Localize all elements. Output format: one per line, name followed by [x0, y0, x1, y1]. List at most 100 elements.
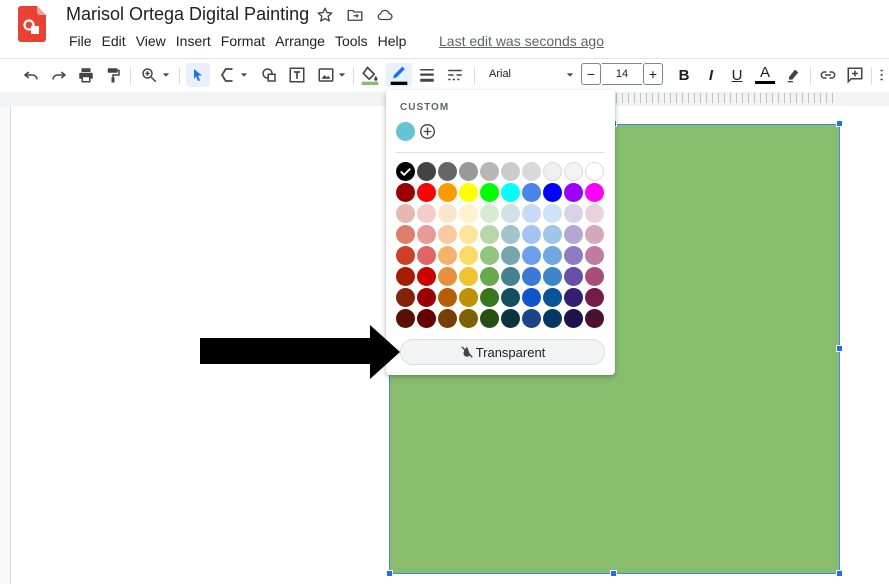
color-swatch[interactable] [480, 183, 499, 202]
color-swatch[interactable] [417, 162, 436, 181]
color-swatch[interactable] [501, 204, 520, 223]
color-swatch[interactable] [543, 225, 562, 244]
resize-handle-right[interactable] [836, 345, 843, 352]
color-swatch[interactable] [522, 183, 541, 202]
font-size-decrease-button[interactable]: − [581, 63, 601, 85]
color-swatch[interactable] [480, 309, 499, 328]
font-size-increase-button[interactable]: + [643, 63, 663, 85]
color-swatch[interactable] [585, 225, 604, 244]
color-swatch[interactable] [585, 267, 604, 286]
color-swatch[interactable] [543, 183, 562, 202]
color-swatch[interactable] [438, 162, 457, 181]
color-swatch[interactable] [480, 246, 499, 265]
color-swatch[interactable] [438, 309, 457, 328]
redo-icon[interactable] [48, 63, 70, 87]
color-swatch[interactable] [396, 246, 415, 265]
undo-icon[interactable] [20, 63, 42, 87]
color-swatch[interactable] [480, 204, 499, 223]
image-icon[interactable] [313, 63, 349, 87]
color-swatch[interactable] [438, 183, 457, 202]
color-swatch[interactable] [522, 225, 541, 244]
color-swatch[interactable] [480, 288, 499, 307]
star-icon[interactable] [316, 6, 336, 26]
color-swatch[interactable] [564, 162, 583, 181]
color-swatch[interactable] [480, 162, 499, 181]
color-swatch[interactable] [501, 162, 520, 181]
border-color-icon[interactable] [386, 63, 412, 87]
color-swatch[interactable] [585, 288, 604, 307]
color-swatch[interactable] [396, 204, 415, 223]
resize-handle-bottom-left[interactable] [386, 570, 393, 577]
color-swatch[interactable] [564, 204, 583, 223]
color-swatch[interactable] [417, 288, 436, 307]
color-swatch[interactable] [501, 309, 520, 328]
zoom-icon[interactable] [137, 63, 173, 87]
color-swatch[interactable] [522, 246, 541, 265]
color-swatch[interactable] [417, 183, 436, 202]
resize-handle-bottom[interactable] [610, 570, 617, 577]
color-swatch[interactable] [543, 204, 562, 223]
color-swatch[interactable] [459, 246, 478, 265]
font-size-input[interactable]: 14 [602, 63, 642, 85]
color-swatch[interactable] [459, 225, 478, 244]
color-swatch[interactable] [564, 267, 583, 286]
border-dash-icon[interactable] [443, 63, 467, 87]
menu-format[interactable]: Format [216, 32, 270, 50]
color-swatch[interactable] [585, 183, 604, 202]
menu-insert[interactable]: Insert [171, 32, 216, 50]
color-swatch[interactable] [522, 288, 541, 307]
cloud-status-icon[interactable] [376, 6, 396, 26]
border-weight-icon[interactable] [415, 63, 439, 87]
color-swatch[interactable] [417, 309, 436, 328]
color-swatch[interactable] [564, 288, 583, 307]
font-family-select[interactable]: Arial [489, 68, 511, 80]
color-swatch[interactable] [585, 204, 604, 223]
color-swatch[interactable] [501, 288, 520, 307]
color-swatch[interactable] [543, 246, 562, 265]
color-swatch[interactable] [585, 309, 604, 328]
color-swatch[interactable] [396, 225, 415, 244]
color-swatch[interactable] [396, 288, 415, 307]
underline-button[interactable]: U [726, 63, 748, 87]
color-swatch[interactable] [501, 225, 520, 244]
line-tool-icon[interactable] [215, 63, 251, 87]
menu-edit[interactable]: Edit [97, 32, 131, 50]
color-swatch[interactable] [522, 267, 541, 286]
color-swatch[interactable] [543, 267, 562, 286]
color-swatch[interactable] [417, 204, 436, 223]
color-swatch[interactable] [585, 162, 604, 181]
menu-file[interactable]: File [64, 32, 97, 50]
color-swatch[interactable] [417, 267, 436, 286]
slides-logo[interactable] [18, 6, 46, 42]
text-color-button[interactable]: A [753, 63, 777, 87]
color-swatch[interactable] [459, 288, 478, 307]
color-swatch[interactable] [459, 183, 478, 202]
custom-color-swatch[interactable] [396, 122, 415, 141]
move-folder-icon[interactable] [346, 6, 366, 26]
select-pointer-icon[interactable] [186, 63, 210, 87]
color-swatch[interactable] [480, 267, 499, 286]
transparent-button[interactable]: Transparent [400, 339, 605, 365]
color-swatch[interactable] [480, 225, 499, 244]
color-swatch[interactable] [501, 246, 520, 265]
paint-format-icon[interactable] [102, 63, 124, 87]
color-swatch[interactable] [585, 246, 604, 265]
color-swatch[interactable] [564, 246, 583, 265]
color-swatch[interactable] [438, 288, 457, 307]
color-swatch[interactable] [438, 267, 457, 286]
print-icon[interactable] [75, 63, 97, 87]
color-swatch[interactable] [543, 162, 562, 181]
color-swatch[interactable] [564, 225, 583, 244]
color-swatch[interactable] [564, 183, 583, 202]
color-swatch[interactable] [501, 267, 520, 286]
add-custom-color-icon[interactable] [419, 123, 436, 140]
document-title[interactable]: Marisol Ortega Digital Painting [66, 4, 309, 25]
color-swatch[interactable] [459, 267, 478, 286]
menu-arrange[interactable]: Arrange [270, 32, 330, 50]
comment-icon[interactable] [843, 63, 867, 87]
color-swatch[interactable] [501, 183, 520, 202]
menu-help[interactable]: Help [373, 32, 412, 50]
font-caret-icon[interactable] [566, 71, 574, 79]
color-swatch[interactable] [543, 309, 562, 328]
color-swatch[interactable] [543, 288, 562, 307]
